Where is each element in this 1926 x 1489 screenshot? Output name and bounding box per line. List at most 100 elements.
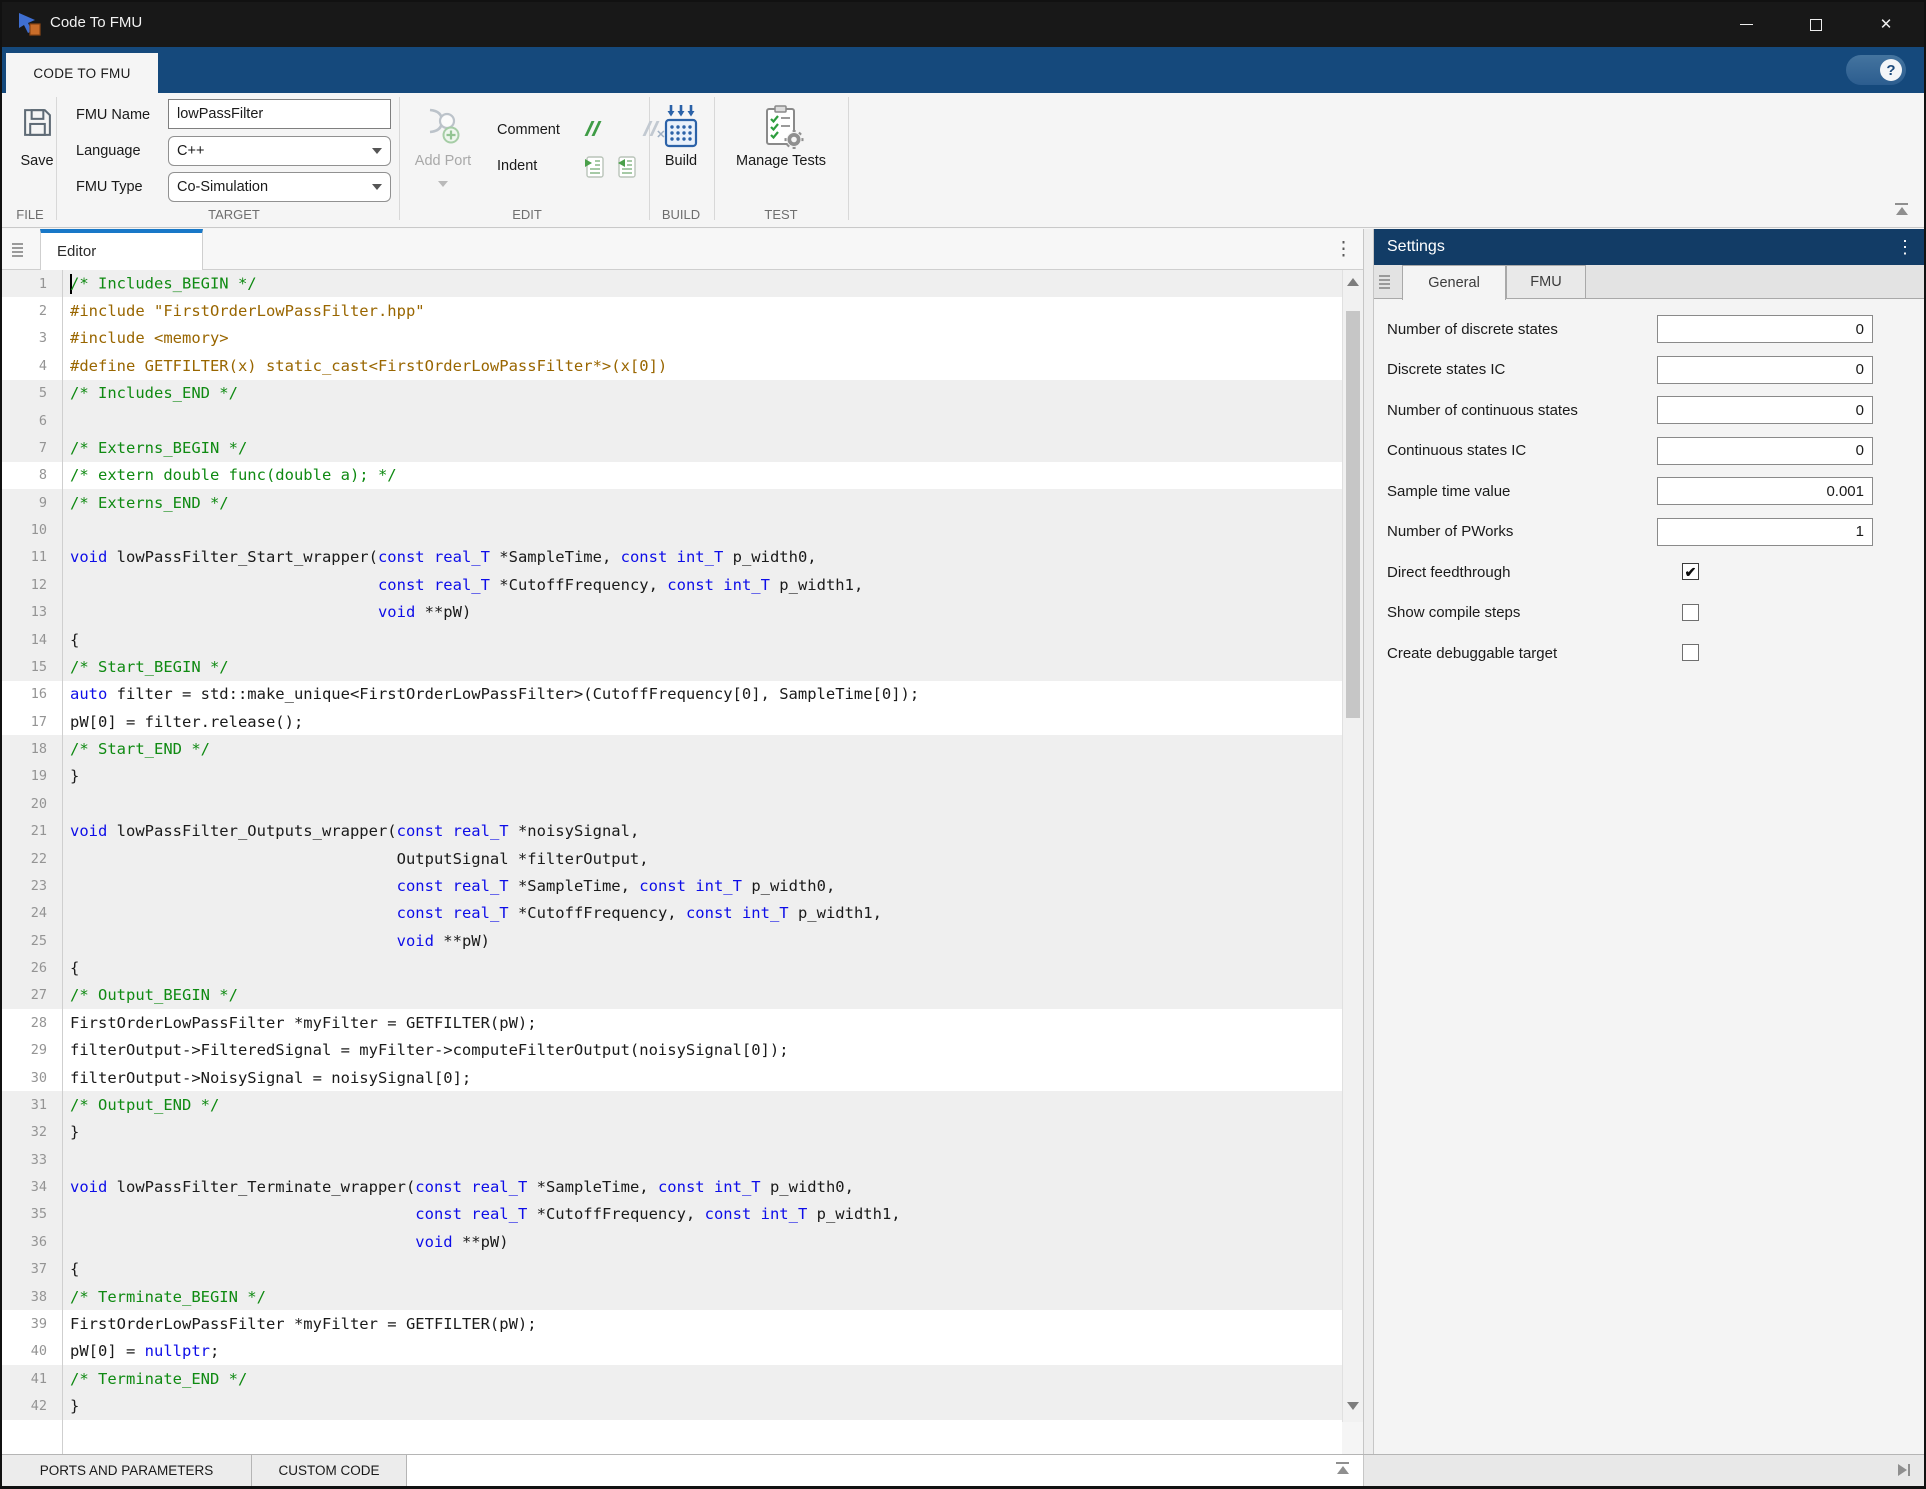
code-line-17[interactable]: 17pW[0] = filter.release(); [2, 708, 1342, 735]
chevron-down-icon [372, 148, 382, 154]
field-label: Number of discrete states [1374, 321, 1558, 338]
settings-kebab-icon[interactable]: ⋮ [1896, 238, 1914, 256]
settings-header: Settings ⋮ [1374, 229, 1926, 265]
section-label-edit: EDIT [512, 207, 542, 222]
close-button[interactable]: ✕ [1858, 2, 1914, 47]
code-editor[interactable]: 1/* Includes_BEGIN */2#include "FirstOrd… [2, 270, 1342, 1454]
line-number: 26 [2, 960, 62, 976]
line-number: 31 [2, 1097, 62, 1113]
skip-end-icon[interactable] [1898, 1464, 1910, 1476]
section-divider [399, 97, 400, 220]
collapse-panel-button[interactable] [1336, 1462, 1349, 1474]
code-text: { [62, 1260, 79, 1278]
line-number: 29 [2, 1042, 62, 1058]
code-line-42: 42} [2, 1392, 1342, 1419]
code-line-40[interactable]: 40pW[0] = nullptr; [2, 1338, 1342, 1365]
add-port-dropdown-icon [438, 181, 448, 187]
fmu-name-input[interactable]: lowPassFilter [168, 99, 391, 129]
code-line-30[interactable]: 30filterOutput->NoisySignal = noisySigna… [2, 1064, 1342, 1091]
code-text: filterOutput->NoisySignal = noisySignal[… [62, 1069, 471, 1087]
language-dropdown[interactable]: C++ [168, 136, 391, 166]
drag-grip-icon[interactable] [12, 243, 23, 257]
indent-button[interactable] [583, 155, 607, 179]
ribbon-tab-code-to-fmu[interactable]: CODE TO FMU [6, 53, 158, 93]
code-text: { [62, 631, 79, 649]
line-number: 1 [2, 276, 62, 292]
line-number: 12 [2, 577, 62, 593]
comment-button[interactable] [583, 119, 605, 139]
code-line-25: 25 void **pW) [2, 927, 1342, 954]
line-number: 19 [2, 768, 62, 784]
line-number: 39 [2, 1316, 62, 1332]
add-port-button[interactable]: Add Port [415, 153, 471, 169]
settings-fields: Number of discrete statesDiscrete states… [1374, 299, 1926, 674]
fmu-type-value: Co-Simulation [177, 179, 268, 195]
code-line-28[interactable]: 28FirstOrderLowPassFilter *myFilter = GE… [2, 1009, 1342, 1036]
editor-kebab-icon[interactable]: ⋮ [1334, 240, 1353, 259]
code-line-21: 21void lowPassFilter_Outputs_wrapper(con… [2, 818, 1342, 845]
section-label-file: FILE [16, 207, 43, 222]
code-text: /* Output_BEGIN */ [62, 986, 238, 1004]
code-text: FirstOrderLowPassFilter *myFilter = GETF… [62, 1315, 537, 1333]
panel-splitter[interactable] [1363, 229, 1374, 1454]
line-number: 13 [2, 604, 62, 620]
bottom-bar: PORTS AND PARAMETERS CUSTOM CODE [2, 1454, 1924, 1486]
tab-fmu[interactable]: FMU [1506, 265, 1586, 299]
help-button[interactable]: ? [1846, 55, 1906, 85]
code-text: { [62, 959, 79, 977]
line-number: 11 [2, 549, 62, 565]
uncomment-button[interactable]: ✕ [641, 119, 663, 139]
minimize-button[interactable] [1718, 2, 1774, 47]
fmu-type-dropdown[interactable]: Co-Simulation [168, 172, 391, 202]
code-text: /* Externs_END */ [62, 494, 229, 512]
field-input-1[interactable] [1657, 356, 1873, 384]
fmu-name-label: FMU Name [76, 107, 150, 123]
code-line-29[interactable]: 29filterOutput->FilteredSignal = myFilte… [2, 1037, 1342, 1064]
maximize-icon [1810, 19, 1822, 31]
manage-tests-button[interactable]: Manage Tests [736, 153, 826, 169]
collapse-ribbon-button[interactable] [1895, 203, 1908, 215]
tab-custom-code[interactable]: CUSTOM CODE [252, 1455, 407, 1486]
code-line-31: 31/* Output_END */ [2, 1091, 1342, 1118]
checkbox-2[interactable] [1682, 644, 1699, 661]
line-number: 25 [2, 933, 62, 949]
scrollbar-thumb[interactable] [1346, 311, 1360, 718]
save-button[interactable]: Save [20, 153, 53, 169]
tab-general[interactable]: General [1402, 265, 1506, 300]
tab-ports-and-parameters[interactable]: PORTS AND PARAMETERS [2, 1455, 252, 1486]
settings-field-row: Number of discrete states [1374, 309, 1926, 350]
editor-scrollbar[interactable] [1342, 270, 1363, 1422]
checkbox-1[interactable] [1682, 604, 1699, 621]
code-line-2[interactable]: 2#include "FirstOrderLowPassFilter.hpp" [2, 297, 1342, 324]
code-text: #include <memory> [62, 329, 229, 347]
maximize-button[interactable] [1788, 2, 1844, 47]
tab-editor[interactable]: Editor [40, 229, 203, 270]
field-input-3[interactable] [1657, 437, 1873, 465]
code-line-39[interactable]: 39FirstOrderLowPassFilter *myFilter = GE… [2, 1310, 1342, 1337]
fmu-type-label: FMU Type [76, 179, 143, 195]
outdent-button[interactable] [615, 155, 639, 179]
code-line-8[interactable]: 8/* extern double func(double a); */ [2, 462, 1342, 489]
help-icon: ? [1880, 59, 1902, 81]
code-text: /* Start_END */ [62, 740, 210, 758]
checkbox-0[interactable]: ✔ [1682, 563, 1699, 580]
code-line-12: 12 const real_T *CutoffFrequency, const … [2, 571, 1342, 598]
field-input-2[interactable] [1657, 396, 1873, 424]
drag-grip-icon[interactable] [1379, 275, 1390, 289]
settings-field-row: Sample time value [1374, 471, 1926, 512]
code-line-16[interactable]: 16auto filter = std::make_unique<FirstOr… [2, 681, 1342, 708]
add-port-icon [420, 105, 466, 147]
code-line-3[interactable]: 3#include <memory> [2, 325, 1342, 352]
code-line-4[interactable]: 4#define GETFILTER(x) static_cast<FirstO… [2, 352, 1342, 379]
field-input-0[interactable] [1657, 315, 1873, 343]
manage-tests-icon [759, 103, 805, 151]
field-input-5[interactable] [1657, 518, 1873, 546]
scroll-down-icon[interactable] [1347, 1402, 1359, 1410]
settings-tabbar: General FMU [1374, 265, 1926, 299]
language-label: Language [76, 143, 141, 159]
field-input-4[interactable] [1657, 477, 1873, 505]
line-number: 36 [2, 1234, 62, 1250]
scroll-up-icon[interactable] [1347, 278, 1359, 286]
checkbox-label: Create debuggable target [1374, 645, 1557, 662]
build-button[interactable]: Build [665, 153, 697, 169]
